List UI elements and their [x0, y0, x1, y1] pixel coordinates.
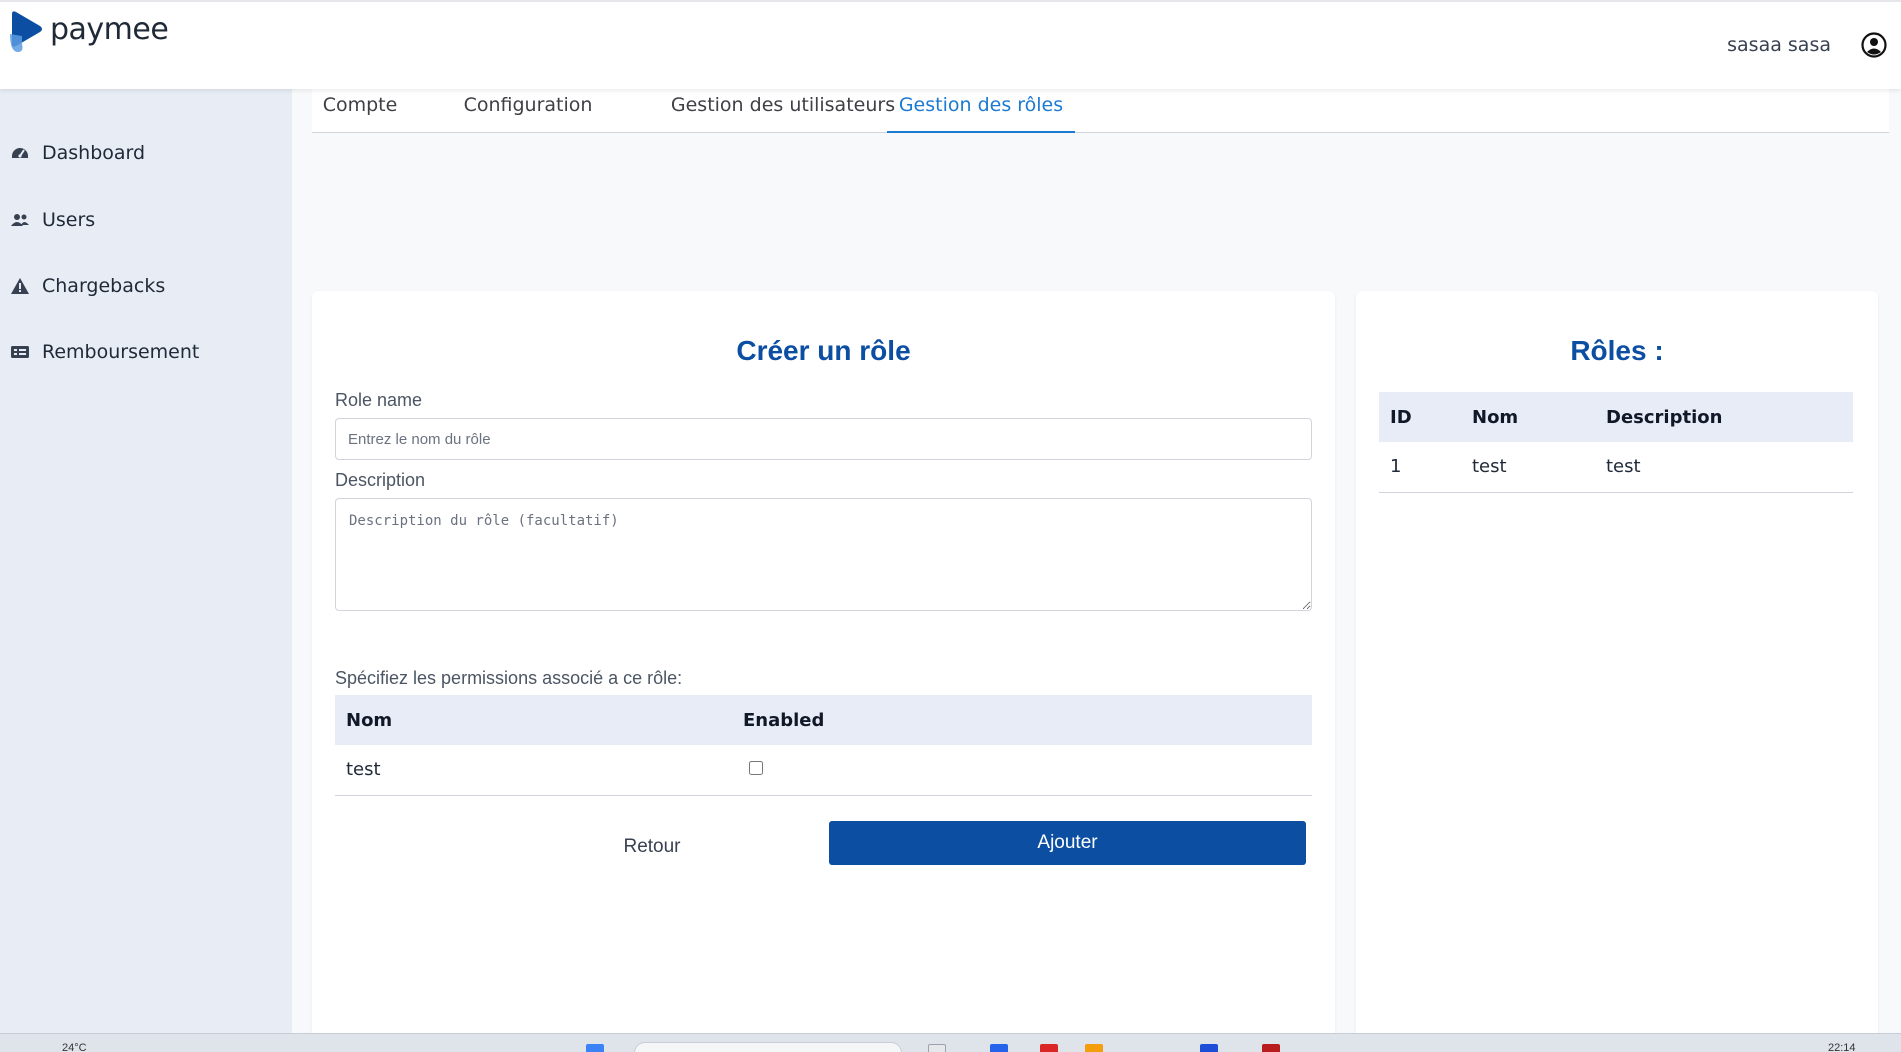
sidebar-item-dashboard[interactable]: Dashboard [10, 142, 145, 164]
sidebar-item-users[interactable]: Users [10, 209, 95, 231]
sidebar-item-remboursement[interactable]: Remboursement [10, 341, 199, 363]
permission-enabled-cell [732, 745, 1312, 796]
table-row[interactable]: 1 test test [1379, 442, 1853, 493]
sidebar-item-label: Remboursement [42, 341, 200, 363]
app-icon[interactable] [1200, 1044, 1218, 1052]
main-content: Compte Configuration Gestion des utilisa… [292, 89, 1901, 1051]
column-header-description: Description [1595, 392, 1853, 442]
add-button[interactable]: Ajouter [829, 821, 1306, 865]
table-header-row: ID Nom Description [1379, 392, 1853, 442]
roles-card: Rôles : ID Nom Description 1 test test [1356, 291, 1878, 1051]
column-header-nom: Nom [1461, 392, 1595, 442]
tab-gestion-roles[interactable]: Gestion des rôles [887, 89, 1075, 133]
settings-tabs: Compte Configuration Gestion des utilisa… [312, 89, 1889, 133]
column-header-nom: Nom [335, 695, 732, 745]
role-name-label: Role name [335, 390, 423, 410]
account-circle-icon[interactable] [1861, 32, 1887, 58]
logo[interactable]: paymee [8, 10, 169, 54]
edge-icon[interactable] [990, 1044, 1008, 1052]
sidebar-item-label: Chargebacks [42, 275, 166, 297]
task-view-icon[interactable] [928, 1044, 946, 1052]
sidebar-item-label: Users [42, 209, 96, 231]
top-bar: paymee sasaa sasa [0, 0, 1901, 89]
tab-gestion-utilisateurs[interactable]: Gestion des utilisateurs [658, 89, 908, 133]
taskbar-search[interactable] [634, 1042, 902, 1052]
clock-text: 22:14 [1828, 1042, 1856, 1052]
app-window: paymee sasaa sasa Dashboard Users Charge… [0, 0, 1901, 1052]
roles-title: Rôles : [1570, 335, 1664, 366]
column-header-enabled: Enabled [732, 695, 1312, 745]
sidebar: Dashboard Users Chargebacks Remboursemen… [0, 89, 292, 1033]
description-label: Description [335, 470, 426, 490]
column-header-id: ID [1379, 392, 1461, 442]
roles-table: ID Nom Description 1 test test [1379, 392, 1853, 493]
role-name-cell: test [1461, 442, 1595, 493]
create-role-card: Créer un rôle Role name Description Spéc… [312, 291, 1335, 1051]
role-id-cell: 1 [1379, 442, 1461, 493]
permission-name-cell: test [335, 745, 732, 796]
logo-text: paymee [50, 12, 169, 47]
dashboard-icon [10, 143, 30, 163]
receipt-icon [10, 342, 30, 362]
role-name-input[interactable] [335, 418, 1312, 460]
permission-enabled-checkbox[interactable] [749, 761, 763, 776]
description-textarea[interactable] [335, 498, 1312, 611]
table-row: test [335, 745, 1312, 796]
weather-text: 24°C [62, 1042, 87, 1052]
paymee-logo-icon [10, 11, 42, 52]
user-menu: sasaa sasa [1727, 32, 1887, 58]
create-role-title: Créer un rôle [736, 335, 911, 366]
users-icon [10, 210, 30, 230]
back-button[interactable]: Retour [557, 825, 747, 869]
app-icon[interactable] [1262, 1044, 1280, 1052]
permissions-label: Spécifiez les permissions associé a ce r… [335, 668, 683, 688]
tab-configuration[interactable]: Configuration [448, 89, 608, 133]
start-icon[interactable] [586, 1044, 604, 1052]
user-name[interactable]: sasaa sasa [1727, 34, 1831, 56]
table-header-row: Nom Enabled [335, 695, 1312, 745]
os-taskbar: 24°C 22:14 [0, 1033, 1901, 1052]
permissions-table: Nom Enabled test [335, 695, 1312, 796]
sidebar-item-label: Dashboard [42, 142, 146, 164]
sidebar-item-chargebacks[interactable]: Chargebacks [10, 275, 165, 297]
tab-compte[interactable]: Compte [320, 89, 400, 133]
folder-icon[interactable] [1085, 1044, 1103, 1052]
role-description-cell: test [1595, 442, 1853, 493]
chrome-icon[interactable] [1040, 1044, 1058, 1052]
warning-icon [10, 276, 30, 296]
